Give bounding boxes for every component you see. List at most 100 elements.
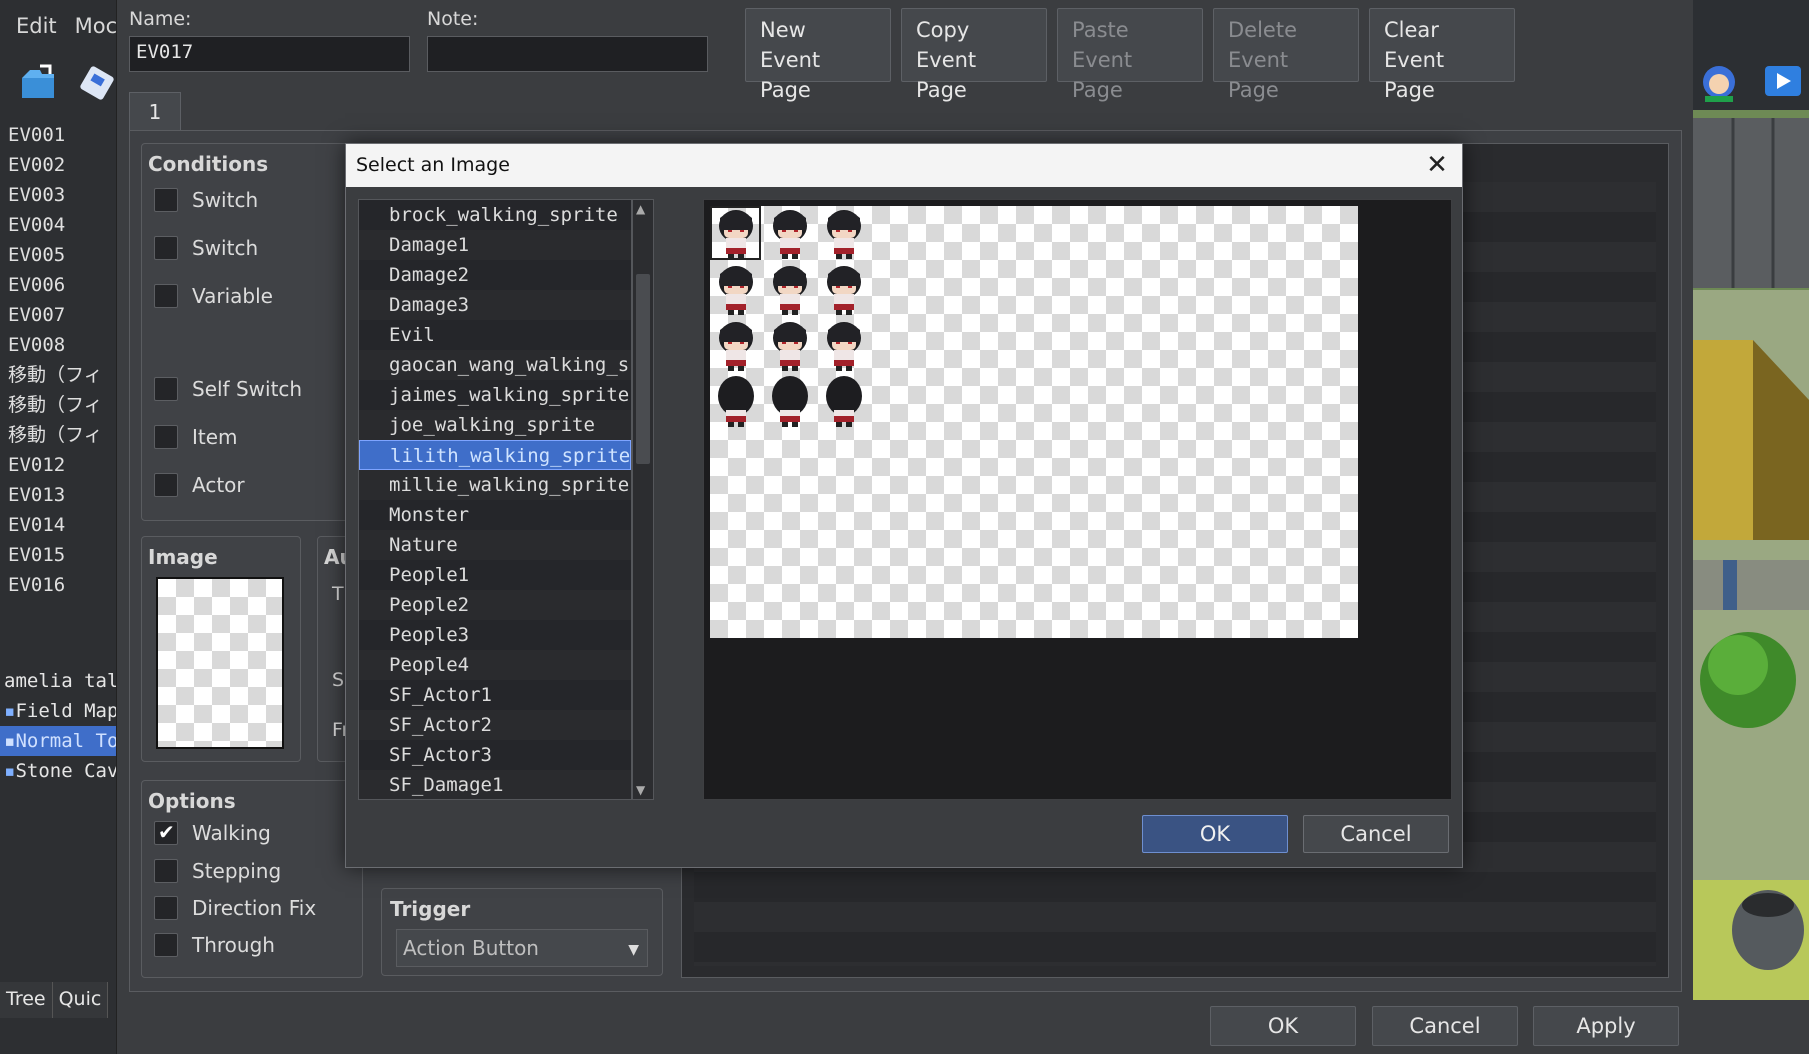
- character-icon[interactable]: [1699, 62, 1739, 104]
- checkbox[interactable]: [154, 284, 178, 308]
- image-file-list[interactable]: brock_walking_sprite Damage1 Damage2 Dam…: [358, 199, 632, 800]
- trigger-select[interactable]: Action Button ▼: [396, 929, 648, 967]
- name-label: Name:: [129, 8, 192, 30]
- condition-switch-2[interactable]: Switch: [154, 236, 258, 260]
- map-canvas[interactable]: [1693, 0, 1809, 1054]
- dialog-cancel-button[interactable]: Cancel: [1303, 815, 1449, 853]
- file-item[interactable]: jaimes_walking_sprite: [359, 380, 631, 410]
- tab-page-1[interactable]: 1: [129, 92, 181, 132]
- close-icon[interactable]: ✕: [1422, 150, 1452, 180]
- file-item[interactable]: SF_Actor1: [359, 680, 631, 710]
- scroll-thumb[interactable]: [636, 274, 650, 464]
- name-field[interactable]: EV017: [129, 36, 410, 72]
- file-item[interactable]: Damage1: [359, 230, 631, 260]
- bottom-tabs: Tree Quic: [0, 982, 116, 1018]
- file-item[interactable]: SF_Damage1: [359, 770, 631, 799]
- event-item[interactable]: EV001: [0, 120, 116, 150]
- note-label: Note:: [427, 8, 479, 30]
- file-item[interactable]: People1: [359, 560, 631, 590]
- image-preview[interactable]: [156, 577, 284, 749]
- event-item[interactable]: 移動（フィ: [0, 420, 116, 450]
- event-item[interactable]: 移動（フィ: [0, 390, 116, 420]
- clear-event-page-button[interactable]: Clear Event Page: [1369, 8, 1515, 102]
- sprite-sheet-preview[interactable]: [710, 206, 1358, 638]
- checkbox[interactable]: [154, 473, 178, 497]
- map-item[interactable]: ▪Field Map: [0, 696, 116, 726]
- event-item[interactable]: EV013: [0, 480, 116, 510]
- delete-event-page-button[interactable]: Delete Event Page: [1213, 8, 1359, 102]
- copy-event-page-button[interactable]: Copy Event Page: [901, 8, 1047, 102]
- condition-actor[interactable]: Actor: [154, 473, 245, 497]
- file-item[interactable]: Monster: [359, 500, 631, 530]
- map-item[interactable]: amelia talk: [0, 666, 116, 696]
- file-item[interactable]: Nature: [359, 530, 631, 560]
- event-item[interactable]: EV005: [0, 240, 116, 270]
- checkbox[interactable]: [154, 377, 178, 401]
- file-item[interactable]: Damage3: [359, 290, 631, 320]
- checkbox[interactable]: [154, 188, 178, 212]
- condition-item[interactable]: Item: [154, 425, 238, 449]
- file-item[interactable]: brock_walking_sprite: [359, 200, 631, 230]
- menu-edit[interactable]: Edit: [16, 14, 57, 50]
- option-stepping[interactable]: Stepping: [154, 859, 281, 883]
- file-item[interactable]: joe_walking_sprite: [359, 410, 631, 440]
- condition-switch-1[interactable]: Switch: [154, 188, 258, 212]
- conditions-title: Conditions: [148, 152, 269, 176]
- option-through[interactable]: Through: [154, 933, 275, 957]
- event-list: EV001 EV002 EV003 EV004 EV005 EV006 EV00…: [0, 120, 116, 600]
- paste-event-page-button[interactable]: Paste Event Page: [1057, 8, 1203, 102]
- checkbox[interactable]: [154, 933, 178, 957]
- map-icon: ▪: [4, 760, 16, 782]
- file-item[interactable]: millie_walking_sprite: [359, 470, 631, 500]
- event-item[interactable]: EV008: [0, 330, 116, 360]
- map-icon: ▪: [4, 700, 16, 722]
- condition-variable[interactable]: Variable: [154, 284, 273, 308]
- menu-mode[interactable]: Moc: [75, 14, 118, 50]
- checkbox[interactable]: [154, 236, 178, 260]
- checkbox[interactable]: [154, 425, 178, 449]
- map-item[interactable]: ▪Stone Cave: [0, 756, 116, 786]
- event-item[interactable]: 移動（フィ: [0, 360, 116, 390]
- scroll-down-icon[interactable]: ▼: [636, 783, 645, 797]
- option-direction-fix[interactable]: Direction Fix: [154, 896, 316, 920]
- dialog-ok-button[interactable]: OK: [1142, 815, 1288, 853]
- playtest-icon[interactable]: [1763, 64, 1803, 100]
- scroll-up-icon[interactable]: ▲: [636, 202, 645, 216]
- file-item[interactable]: People2: [359, 590, 631, 620]
- new-event-page-button[interactable]: New Event Page: [745, 8, 891, 102]
- checkbox[interactable]: [154, 896, 178, 920]
- event-item[interactable]: EV007: [0, 300, 116, 330]
- file-item[interactable]: Evil: [359, 320, 631, 350]
- file-item[interactable]: SF_Actor3: [359, 740, 631, 770]
- file-list-scrollbar[interactable]: ▲ ▼: [632, 199, 654, 800]
- event-item[interactable]: EV004: [0, 210, 116, 240]
- file-item[interactable]: gaocan_wang_walking_spr…: [359, 350, 631, 380]
- condition-self-switch[interactable]: Self Switch: [154, 377, 302, 401]
- options-panel: Options ✔ Walking Stepping Direction Fix …: [141, 780, 363, 978]
- apply-button[interactable]: Apply: [1533, 1006, 1679, 1046]
- file-item[interactable]: Damage2: [359, 260, 631, 290]
- tab-tree[interactable]: Tree: [0, 982, 53, 1018]
- file-item-selected[interactable]: lilith_walking_sprite: [359, 440, 631, 470]
- map-item[interactable]: ▪Normal Tow: [0, 726, 116, 756]
- event-item[interactable]: EV016: [0, 570, 116, 600]
- ok-button[interactable]: OK: [1210, 1006, 1356, 1046]
- event-item[interactable]: EV003: [0, 180, 116, 210]
- open-folder-icon[interactable]: [20, 64, 60, 102]
- checkbox[interactable]: [154, 859, 178, 883]
- tab-quick[interactable]: Quic: [52, 982, 109, 1018]
- note-field[interactable]: [427, 36, 708, 72]
- event-item[interactable]: EV002: [0, 150, 116, 180]
- event-item[interactable]: EV006: [0, 270, 116, 300]
- event-item[interactable]: EV014: [0, 510, 116, 540]
- file-item[interactable]: SF_Actor2: [359, 710, 631, 740]
- file-item[interactable]: People4: [359, 650, 631, 680]
- file-item[interactable]: People3: [359, 620, 631, 650]
- event-item[interactable]: EV012: [0, 450, 116, 480]
- checkbox[interactable]: ✔: [154, 820, 178, 845]
- save-icon[interactable]: [78, 64, 114, 102]
- event-item[interactable]: EV015: [0, 540, 116, 570]
- cancel-button[interactable]: Cancel: [1372, 1006, 1518, 1046]
- option-walking[interactable]: ✔ Walking: [154, 820, 271, 845]
- map-tiles: [1693, 0, 1809, 1054]
